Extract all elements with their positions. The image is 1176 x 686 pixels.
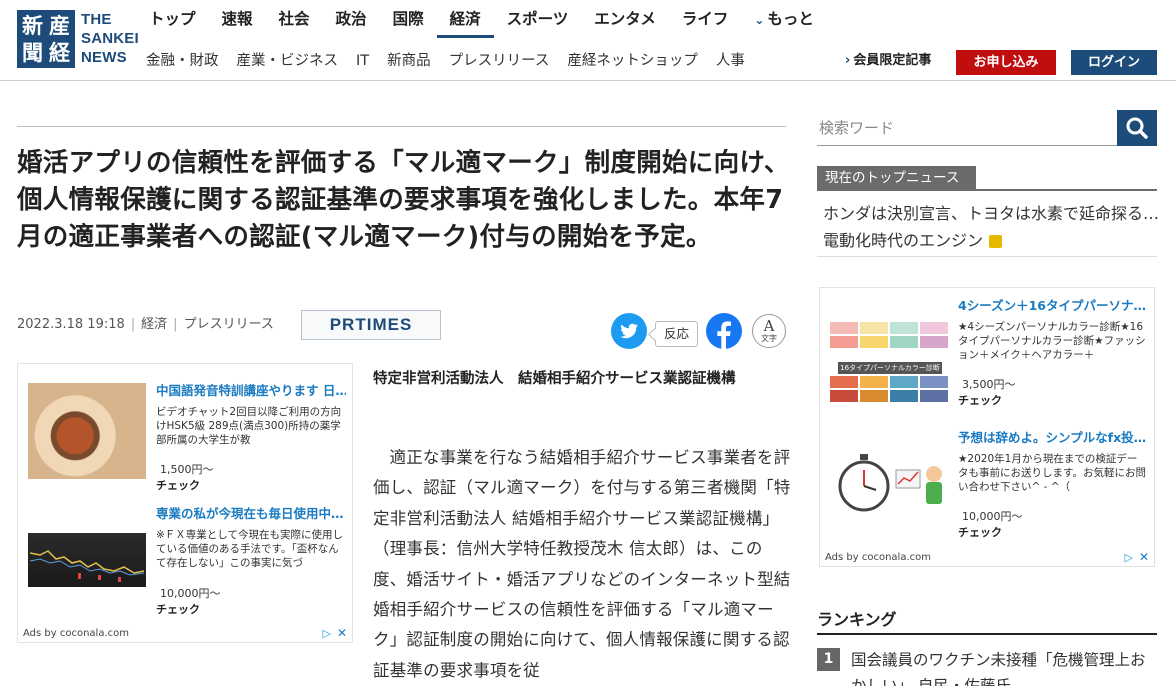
article-meta: 2022.3.18 19:18 | 経済 | プレスリリース (17, 317, 274, 332)
site-header: 新 産 聞 経 THE SANKEI NEWS トップ 速報 社会 政治 国際 … (0, 0, 1176, 81)
article-category-press-release[interactable]: プレスリリース (184, 317, 274, 332)
search-box (817, 110, 1157, 146)
nav-society[interactable]: 社会 (266, 0, 323, 38)
ad-image-caption: 16タイプパーソナルカラー診断 (840, 364, 940, 372)
ad-price: 10,000円〜 (160, 587, 221, 600)
sankei-logo[interactable]: 新 産 聞 経 (17, 10, 75, 68)
chevron-right-icon: › (845, 53, 851, 68)
rank-number: 1 (817, 648, 840, 671)
prtimes-logo[interactable]: PRTIMES (301, 310, 441, 340)
nav-sports[interactable]: スポーツ (494, 0, 582, 38)
logo-kanji-2: 産 (49, 13, 70, 38)
ad-image-stopwatch (830, 448, 950, 536)
nav-breaking[interactable]: 速報 (209, 0, 266, 38)
subnav-industry[interactable]: 産業・ビジネス (228, 44, 348, 80)
ad-check-link[interactable]: チェック (156, 477, 200, 493)
nav-world[interactable]: 国際 (380, 0, 437, 38)
article-headline: 婚活アプリの信頼性を評価する「マル適マーク」制度開始に向け、個人情報保護に関する… (17, 148, 790, 252)
ad-close[interactable]: ▷ ✕ (1124, 550, 1149, 564)
sub-nav: 金融・財政 産業・ビジネス IT 新商品 プレスリリース 産経ネットショップ 人… (137, 44, 754, 80)
ranking-heading: ランキング (817, 610, 897, 629)
font-size-label: 文字 (761, 334, 777, 343)
logo-wordmark[interactable]: THE SANKEI NEWS (81, 10, 139, 67)
nav-top[interactable]: トップ (136, 0, 209, 38)
ad-check-link[interactable]: チェック (156, 601, 200, 617)
twitter-share-icon[interactable] (611, 313, 647, 349)
close-icon[interactable]: ✕ (1139, 550, 1149, 564)
adchoices-icon[interactable]: ▷ (322, 627, 330, 640)
ad-image-chart (28, 533, 146, 587)
ad-item[interactable]: 予想は辞めよ。シンプルなfx投… ★2020年1月から現在までの検証データも事前… (830, 430, 1146, 550)
ad-check-link[interactable]: チェック (958, 524, 1002, 540)
lock-icon (989, 235, 1003, 248)
ad-item[interactable]: 16タイプパーソナルカラー診断 4シーズン＋16タイプパーソナ… ★4シーズンパ… (830, 298, 1146, 418)
member-articles-label: 会員限定記事 (853, 53, 932, 68)
ad-title[interactable]: 4シーズン＋16タイプパーソナ… (958, 298, 1148, 314)
search-button[interactable] (1117, 110, 1157, 146)
main-nav: トップ 速報 社会 政治 国際 経済 スポーツ エンタメ ライフ ⌄ もっと (136, 0, 827, 38)
logo-word-sankei: SANKEI (81, 30, 139, 47)
nav-economy[interactable]: 経済 (436, 0, 494, 38)
subnav-it[interactable]: IT (347, 44, 378, 80)
subnav-net-shop[interactable]: 産経ネットショップ (558, 44, 707, 80)
ad-description: ★2020年1月から現在までの検証データも事前にお送りします。お気軽にお問い合わ… (958, 453, 1146, 493)
top-news-label: 現在のトップニュース (817, 166, 976, 190)
ad-check-link[interactable]: チェック (958, 392, 1002, 408)
font-size-icon[interactable]: A 文字 (752, 314, 786, 348)
nav-entertainment[interactable]: エンタメ (581, 0, 669, 38)
font-size-letter: A (763, 317, 775, 335)
member-articles-link[interactable]: › 会員限定記事 (845, 52, 931, 70)
logo-kanji-4: 経 (49, 40, 70, 65)
ad-description: ビデオチャット2回目以降ご利用の方向けHSK5級 289点(満点300)所持の薬… (156, 406, 342, 446)
article-category-economy[interactable]: 経済 (141, 317, 167, 332)
ad-item[interactable]: 専業の私が今現在も毎日使用中… ※ＦＸ専業として今現在も実際に使用している価値の… (28, 506, 344, 626)
ad-description: ※ＦＸ専業として今現在も実際に使用している価値のある手法です。「盃杯なんて存在し… (156, 529, 343, 569)
ad-image-color-palette: 16タイプパーソナルカラー診断 (830, 318, 950, 406)
ad-price: 3,500円〜 (962, 378, 1016, 391)
ranking-divider (817, 633, 1157, 635)
ranking-item-link[interactable]: 国会議員のワクチン未接種「危機管理上おかしい」 自民・佐藤氏 (851, 647, 1157, 686)
ad-price: 1,500円〜 (160, 463, 214, 476)
subnav-personnel[interactable]: 人事 (707, 44, 754, 80)
article-date: 2022.3.18 19:18 (17, 317, 125, 332)
logo-kanji-3: 聞 (22, 40, 43, 65)
search-icon (1126, 117, 1148, 139)
nav-politics[interactable]: 政治 (323, 0, 380, 38)
adchoices-icon[interactable]: ▷ (1124, 551, 1132, 564)
chevron-down-icon: ⌄ (754, 13, 765, 27)
ad-title[interactable]: 予想は辞めよ。シンプルなfx投… (958, 430, 1148, 446)
top-news-bottom-divider (817, 256, 1157, 257)
top-news-link[interactable]: ホンダは決別宣言、トヨタは水素で延命探る…電動化時代のエンジン (823, 200, 1159, 254)
ad-close[interactable]: ▷ ✕ (322, 626, 347, 640)
nav-life[interactable]: ライフ (669, 0, 742, 38)
nav-more-label: もっと (767, 10, 814, 28)
close-icon[interactable]: ✕ (337, 626, 347, 640)
article-body: 適正な事業を行なう結婚相手紹介サービス事業者を評価し、認証（マル適マーク）を付与… (373, 448, 791, 680)
ad-block-left: 中国語発音特訓講座やります 日… ビデオチャット2回目以降ご利用の方向けHSK5… (17, 363, 353, 643)
search-input[interactable] (817, 110, 1117, 146)
logo-kanji-1: 新 (22, 13, 43, 38)
facebook-share-icon[interactable] (706, 313, 742, 349)
apply-button[interactable]: お申し込み (956, 50, 1056, 75)
nav-more[interactable]: ⌄ もっと (741, 0, 827, 38)
ad-title[interactable]: 中国語発音特訓講座やります 日… (156, 383, 346, 399)
subnav-finance[interactable]: 金融・財政 (137, 44, 228, 80)
ad-title[interactable]: 専業の私が今現在も毎日使用中… (156, 506, 346, 522)
subnav-new-products[interactable]: 新商品 (378, 44, 440, 80)
article-divider (17, 126, 786, 127)
ads-by-label[interactable]: Ads by coconala.com (825, 552, 931, 563)
ad-block-right: 16タイプパーソナルカラー診断 4シーズン＋16タイプパーソナ… ★4シーズンパ… (819, 287, 1155, 567)
top-news-divider (817, 189, 1157, 191)
login-button[interactable]: ログイン (1071, 50, 1157, 75)
ad-image-clock (28, 383, 146, 479)
ad-price: 10,000円〜 (962, 510, 1023, 523)
ad-item[interactable]: 中国語発音特訓講座やります 日… ビデオチャット2回目以降ご利用の方向けHSK5… (28, 383, 346, 503)
ad-description: ★4シーズンパーソナルカラー診断★16タイプパーソナルカラー診断★ファッション＋… (958, 321, 1146, 361)
subnav-press-release[interactable]: プレスリリース (440, 44, 559, 80)
article-issuer: 特定非営利活動法人 結婚相手紹介サービス業認証機構 (373, 371, 736, 387)
reaction-count[interactable]: 反応 (655, 321, 698, 347)
logo-word-news: NEWS (81, 49, 127, 66)
logo-word-the: THE (81, 11, 112, 28)
ads-by-label[interactable]: Ads by coconala.com (23, 628, 129, 639)
